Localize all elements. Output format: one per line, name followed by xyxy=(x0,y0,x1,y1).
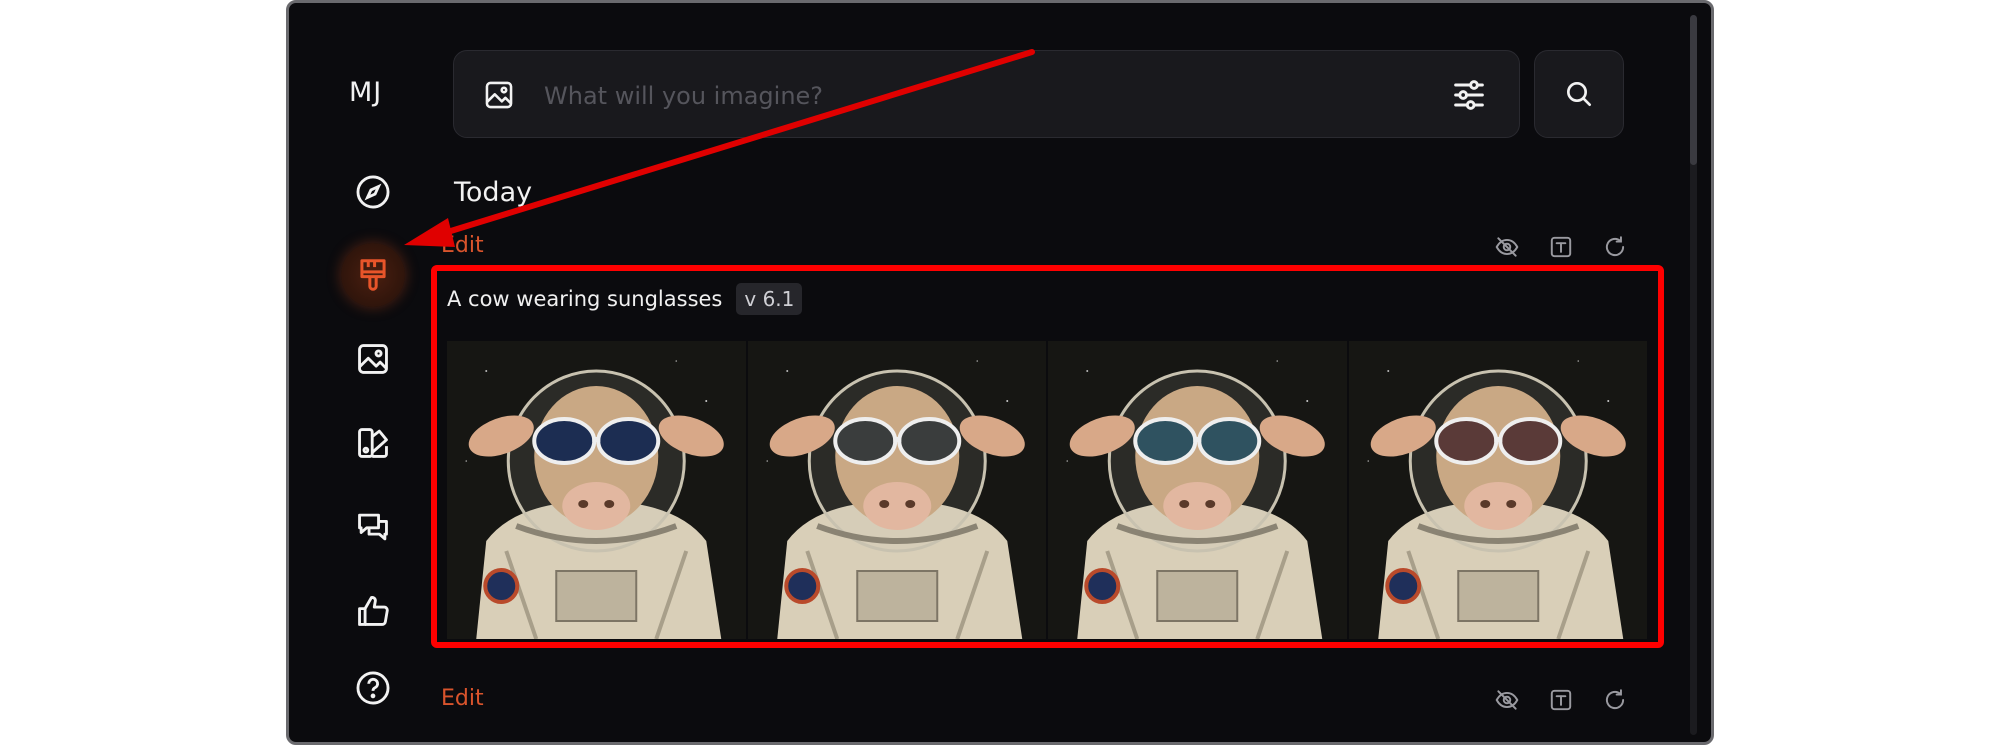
prompt-input[interactable] xyxy=(542,71,1416,121)
prompt-text[interactable]: A cow wearing sunglasses xyxy=(447,287,722,311)
app-window: MJ Today Edit xyxy=(286,0,1714,745)
help-circle-icon xyxy=(356,671,390,705)
settings-sliders-icon[interactable] xyxy=(1449,75,1489,115)
refresh-icon[interactable] xyxy=(1602,687,1628,713)
edit-link[interactable]: Edit xyxy=(441,686,484,711)
version-badge: v 6.1 xyxy=(736,283,803,315)
job-toolbar xyxy=(1494,687,1628,713)
prompt-row: A cow wearing sunglasses v 6.1 xyxy=(447,283,803,315)
generated-image[interactable] xyxy=(1348,341,1647,639)
text-box-icon[interactable] xyxy=(1548,234,1574,260)
sidebar-item-rate[interactable] xyxy=(341,579,405,643)
sidebar-item-help[interactable] xyxy=(341,656,405,720)
sidebar-item-edit[interactable] xyxy=(341,411,405,475)
palette-icon xyxy=(358,428,388,458)
eye-off-icon[interactable] xyxy=(1494,234,1520,260)
thumbs-up-icon xyxy=(358,596,389,626)
sidebar: MJ xyxy=(289,3,429,742)
image-upload-icon[interactable] xyxy=(482,78,516,112)
search-icon xyxy=(1567,82,1591,106)
generated-image[interactable] xyxy=(1048,341,1347,639)
image-grid xyxy=(447,341,1647,639)
edit-link[interactable]: Edit xyxy=(441,233,484,258)
scrollbar-thumb[interactable] xyxy=(1690,15,1697,165)
sidebar-item-chat[interactable] xyxy=(341,495,405,559)
logo[interactable]: MJ xyxy=(349,77,429,108)
compass-icon xyxy=(356,175,390,209)
paintbrush-icon xyxy=(360,259,386,291)
job-toolbar xyxy=(1494,234,1628,260)
sidebar-item-create[interactable] xyxy=(341,243,405,307)
search-button[interactable] xyxy=(1534,50,1624,138)
refresh-icon[interactable] xyxy=(1602,234,1628,260)
eye-off-icon[interactable] xyxy=(1494,687,1520,713)
image-icon xyxy=(358,344,388,374)
text-box-icon[interactable] xyxy=(1548,687,1574,713)
section-title: Today xyxy=(454,177,533,208)
prompt-bar xyxy=(453,50,1520,138)
sidebar-item-explore[interactable] xyxy=(341,160,405,224)
generated-image[interactable] xyxy=(747,341,1046,639)
sidebar-item-organize[interactable] xyxy=(341,327,405,391)
generated-image[interactable] xyxy=(447,341,746,639)
chat-bubbles-icon xyxy=(358,513,388,541)
job-card: A cow wearing sunglasses v 6.1 xyxy=(431,265,1664,648)
scrollbar[interactable] xyxy=(1690,15,1697,735)
